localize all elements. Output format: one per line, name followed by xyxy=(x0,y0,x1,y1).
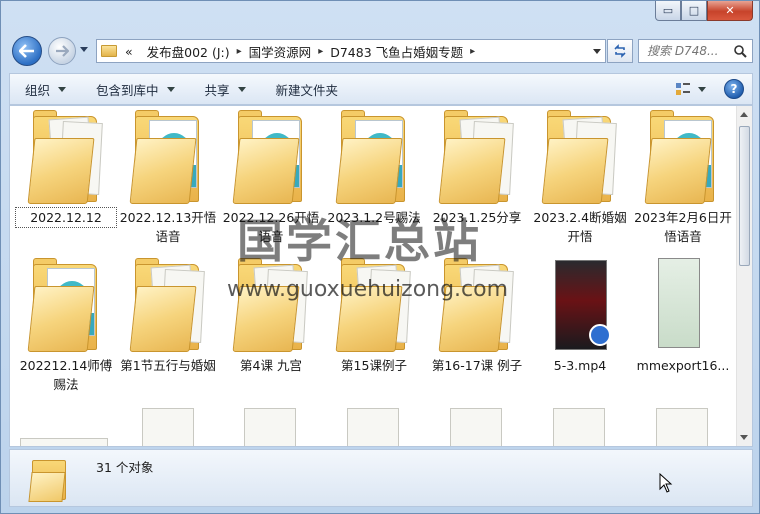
folder-icon xyxy=(101,45,117,57)
partial-thumbnail[interactable] xyxy=(656,408,708,446)
partial-thumbnail[interactable] xyxy=(553,408,605,446)
share-menu[interactable]: 共享 xyxy=(190,74,261,104)
folder-icon: MP3 xyxy=(638,108,728,206)
address-history-dropdown[interactable] xyxy=(593,49,601,54)
folder-icon xyxy=(432,108,522,206)
partial-thumbnail[interactable] xyxy=(347,408,399,446)
folder-item[interactable]: 第15课例子 xyxy=(324,256,424,375)
watermark-text: 国学汇总站 xyxy=(237,214,482,268)
breadcrumb-overflow[interactable]: « xyxy=(125,44,133,59)
item-label: 第15课例子 xyxy=(341,358,407,373)
scroll-down-arrow[interactable] xyxy=(740,435,748,440)
view-grid-icon xyxy=(676,83,690,95)
video-thumbnail xyxy=(535,256,625,354)
breadcrumb-current[interactable]: D7483 飞鱼占婚姻专题 xyxy=(330,42,463,61)
address-bar[interactable]: « 发布盘002 (J:) ▸ 国学资源网 ▸ D7483 飞鱼占婚姻专题 ▸ xyxy=(96,39,606,63)
change-view-button[interactable] xyxy=(672,79,694,99)
scroll-up-arrow[interactable] xyxy=(740,112,748,117)
item-label: 第1节五行与婚姻 xyxy=(120,358,216,373)
image-thumbnail xyxy=(638,256,728,354)
folder-icon xyxy=(123,256,213,354)
folder-item[interactable]: 第1节五行与婚姻 xyxy=(118,256,218,375)
folder-item[interactable]: 第4课 九宫 xyxy=(221,256,321,375)
view-options-dropdown[interactable] xyxy=(694,86,710,92)
item-label: 2022.12.12 xyxy=(15,207,117,228)
back-button[interactable] xyxy=(12,36,42,66)
new-folder-label: 新建文件夹 xyxy=(275,82,339,98)
folder-item[interactable]: MP3 2022.12.13开悟语音 xyxy=(118,108,218,246)
mouse-cursor-icon xyxy=(659,473,673,493)
recent-pages-dropdown[interactable] xyxy=(80,47,88,52)
folder-item[interactable]: 第16-17课 例子 xyxy=(427,256,527,375)
chevron-down-icon xyxy=(58,86,67,92)
new-folder-button[interactable]: 新建文件夹 xyxy=(261,74,354,104)
folder-icon: MP3 xyxy=(226,108,316,206)
folder-icon: MP3 xyxy=(21,256,111,354)
folder-icon xyxy=(21,108,111,206)
partial-thumbnail[interactable] xyxy=(20,438,108,446)
item-label: 5-3.mp4 xyxy=(553,358,607,373)
organize-menu[interactable]: 组织 xyxy=(10,74,81,104)
refresh-icon xyxy=(614,44,626,58)
navigation-row: « 发布盘002 (J:) ▸ 国学资源网 ▸ D7483 飞鱼占婚姻专题 ▸ xyxy=(1,31,760,67)
share-label: 共享 xyxy=(204,82,230,98)
search-input[interactable] xyxy=(647,44,733,58)
item-label: 第16-17课 例子 xyxy=(431,358,523,373)
help-button[interactable]: ? xyxy=(724,79,744,99)
breadcrumb-separator[interactable]: ▸ xyxy=(318,46,323,57)
item-label: 2023年2月6日开悟语音 xyxy=(634,210,732,244)
breadcrumb-separator[interactable]: ▸ xyxy=(237,46,242,57)
explorer-window: ▭ □ ✕ « 发布盘002 (J:) ▸ 国学资源网 ▸ D7483 飞鱼占婚… xyxy=(0,0,760,514)
refresh-button[interactable] xyxy=(607,39,633,63)
item-label: mmexport16... xyxy=(636,358,730,373)
partial-thumbnail[interactable] xyxy=(244,408,296,446)
item-label: 2023.2.4断婚姻开悟 xyxy=(533,210,627,244)
search-box[interactable] xyxy=(638,39,753,63)
chevron-down-icon xyxy=(698,86,706,92)
folder-icon: MP3 xyxy=(329,108,419,206)
forward-button[interactable] xyxy=(48,37,76,65)
minimize-button[interactable]: ▭ xyxy=(655,1,681,21)
file-list-pane[interactable]: 2022.12.12MP32022.12.13开悟语音MP32022.12.26… xyxy=(9,105,753,447)
folder-icon xyxy=(28,456,72,502)
search-icon[interactable] xyxy=(733,44,747,58)
maximize-button[interactable]: □ xyxy=(681,1,707,21)
arrow-left-icon xyxy=(19,44,34,58)
watermark-url: www.guoxuehuizong.com xyxy=(227,277,509,302)
organize-label: 组织 xyxy=(25,82,51,98)
close-button[interactable]: ✕ xyxy=(707,1,753,21)
scroll-thumb[interactable] xyxy=(739,126,750,266)
video-file-item[interactable]: 5-3.mp4 xyxy=(530,256,630,375)
breadcrumb-drive[interactable]: 发布盘002 (J:) xyxy=(147,42,230,61)
folder-item[interactable]: 2022.12.12 xyxy=(15,108,117,228)
command-bar: 组织 包含到库中 共享 新建文件夹 ? xyxy=(9,73,753,105)
caption-buttons: ▭ □ ✕ xyxy=(655,1,753,21)
folder-item[interactable]: MP3 202212.14师傅赐法 xyxy=(16,256,116,394)
breadcrumb-folder[interactable]: 国学资源网 xyxy=(249,42,312,61)
include-library-label: 包含到库中 xyxy=(96,82,159,98)
chevron-down-icon xyxy=(237,86,246,92)
image-file-item[interactable]: mmexport16... xyxy=(633,256,733,375)
arrow-right-icon xyxy=(56,45,69,57)
item-label: 第4课 九宫 xyxy=(240,358,302,373)
item-count: 31 个对象 xyxy=(96,460,154,475)
partial-thumbnail[interactable] xyxy=(142,408,194,446)
partial-thumbnail[interactable] xyxy=(450,408,502,446)
chevron-down-icon xyxy=(166,86,175,92)
folder-item[interactable]: MP3 2023年2月6日开悟语音 xyxy=(633,108,733,246)
item-label: 202212.14师傅赐法 xyxy=(19,358,113,392)
folder-icon: MP3 xyxy=(123,108,213,206)
folder-item[interactable]: 2023.2.4断婚姻开悟 xyxy=(530,108,630,246)
item-label: 2022.12.13开悟语音 xyxy=(119,210,217,244)
include-in-library-menu[interactable]: 包含到库中 xyxy=(81,74,190,104)
folder-icon xyxy=(535,108,625,206)
breadcrumb-separator[interactable]: ▸ xyxy=(470,46,475,57)
vertical-scrollbar[interactable] xyxy=(736,106,752,446)
details-pane: 31 个对象 xyxy=(9,449,753,507)
